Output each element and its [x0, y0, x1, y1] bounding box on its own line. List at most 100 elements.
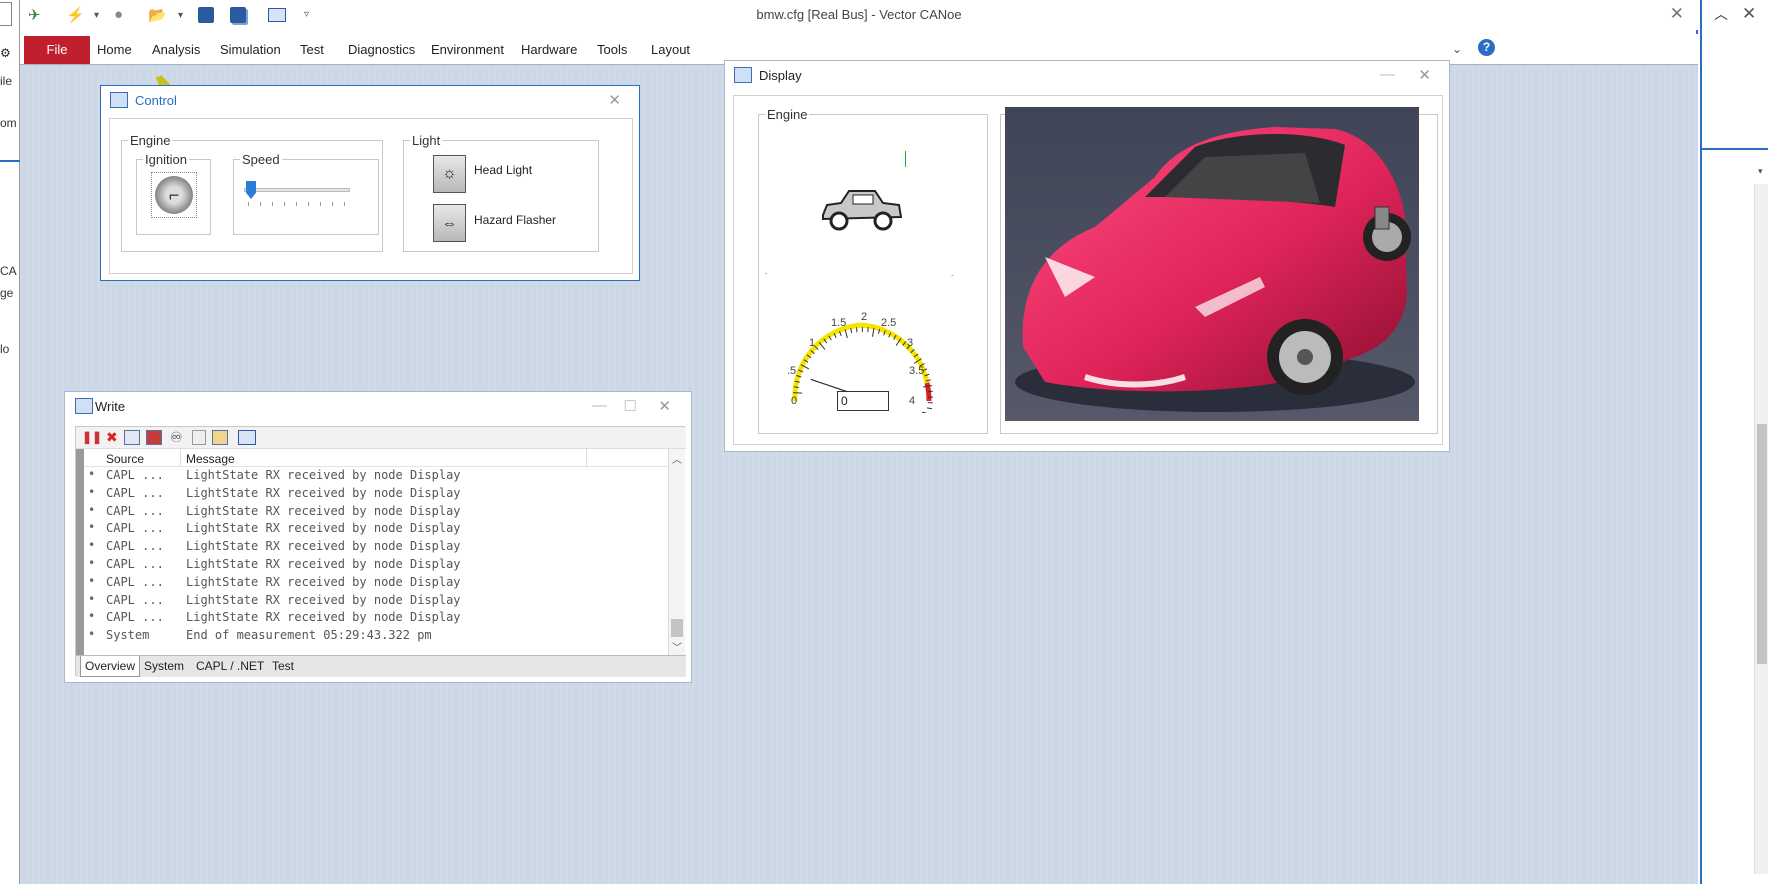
log-source: CAPL ... [106, 557, 164, 571]
car-image [1005, 107, 1419, 421]
partial-label: ile [0, 74, 13, 88]
hazard-flasher-label: Hazard Flasher [474, 213, 557, 227]
gauge-value-field[interactable]: 0 [837, 391, 889, 411]
log-source: CAPL ... [106, 610, 164, 625]
find-icon[interactable]: ♾ [170, 429, 183, 446]
partial-control [0, 2, 12, 26]
log-row[interactable]: • CAPL ... LightState RX received by node … [84, 467, 668, 485]
menu-analysis[interactable]: Analysis [152, 42, 200, 57]
minimize-icon[interactable]: — [1380, 66, 1395, 83]
scrollbar-thumb[interactable] [671, 619, 683, 637]
menu-environment[interactable]: Environment [431, 42, 504, 57]
row-bullet-icon: • [88, 520, 96, 535]
ignition-button[interactable]: ⌐ [151, 172, 197, 218]
gauge-tick [921, 411, 928, 413]
clear-all-icon[interactable] [146, 430, 162, 445]
tab-capl-net[interactable]: CAPL / .NET [196, 659, 264, 673]
head-light-button[interactable]: ☼ [433, 155, 466, 193]
menu-simulation[interactable]: Simulation [220, 42, 281, 57]
log-source: CAPL ... [106, 468, 164, 482]
row-bullet-icon: • [88, 627, 96, 642]
write-window: Write — ☐ ✕ ❚❚ ✖ ♾ Source Message • CAPL… [64, 391, 692, 683]
menu-home[interactable]: Home [97, 42, 132, 57]
row-bullet-icon: • [88, 609, 96, 624]
log-source: CAPL ... [106, 521, 164, 536]
menu-layout[interactable]: Layout [651, 42, 690, 57]
tab-test[interactable]: Test [272, 659, 294, 673]
log-row[interactable]: • CAPL ... LightState RX received by node … [84, 520, 668, 538]
log-row[interactable]: • CAPL ... LightState RX received by node … [84, 485, 668, 503]
menu-diagnostics[interactable]: Diagnostics [348, 42, 415, 57]
gauge-tick-label: 3 [907, 337, 914, 349]
log-message: LightState RX received by node Display [186, 610, 461, 625]
maximize-icon[interactable]: ☐ [624, 397, 637, 415]
clear-icon[interactable] [124, 430, 140, 445]
write-tab-strip: Overview System CAPL / .NET Test [76, 655, 686, 677]
hazard-flasher-button[interactable]: ⇔ [433, 204, 466, 242]
export-icon[interactable] [212, 430, 228, 445]
vertical-scrollbar[interactable] [1754, 184, 1768, 874]
chevron-up-icon[interactable]: ︿ [1714, 4, 1728, 24]
close-icon[interactable]: ✕ [1742, 4, 1756, 24]
menu-test[interactable]: Test [300, 42, 324, 57]
column-source[interactable]: Source [106, 452, 144, 466]
log-row[interactable]: • CAPL ... LightState RX received by node … [84, 556, 668, 574]
control-window: Control ✕ Engine Ignition ⌐ Speed Light … [100, 85, 640, 281]
log-row[interactable]: • CAPL ... LightState RX received by node … [84, 503, 668, 521]
minimize-icon[interactable]: — [592, 397, 607, 414]
speed-slider-track[interactable] [244, 188, 350, 192]
hazard-arrows-icon: ⇔ [442, 214, 457, 232]
window-options-icon[interactable] [238, 430, 256, 445]
chevron-down-icon[interactable]: ▾ [1758, 166, 1763, 177]
log-row[interactable]: • CAPL ... LightState RX received by node … [84, 538, 668, 556]
close-icon[interactable]: ✕ [1418, 66, 1431, 84]
gauge-tick-label: .5 [787, 365, 797, 377]
partial-icon: ⚙ [0, 46, 11, 60]
log-message: LightState RX received by node Display [186, 503, 461, 518]
tab-overview[interactable]: Overview [80, 656, 141, 677]
delete-icon[interactable]: ✖ [106, 429, 118, 446]
row-bullet-icon: • [88, 484, 96, 499]
log-message: LightState RX received by node Display [186, 468, 461, 482]
speed-group: Speed [233, 152, 379, 235]
log-row[interactable]: • CAPL ... LightState RX received by node … [84, 609, 668, 627]
slider-ticks [248, 202, 348, 206]
close-icon[interactable]: ✕ [1670, 4, 1684, 24]
menu-hardware[interactable]: Hardware [521, 42, 577, 57]
collapse-ribbon-icon[interactable]: ⌄ [1452, 42, 1462, 56]
row-bullet-icon: • [88, 556, 96, 570]
column-divider[interactable] [180, 449, 181, 467]
scroll-up-icon[interactable]: ︿ [672, 451, 682, 466]
column-divider[interactable] [586, 449, 587, 467]
pause-icon[interactable]: ❚❚ [82, 430, 102, 444]
indicator-line [905, 151, 906, 167]
close-icon[interactable]: ✕ [658, 397, 671, 415]
partial-label: om [0, 116, 17, 130]
speed-label: Speed [240, 152, 282, 167]
speed-slider-thumb[interactable] [246, 181, 256, 199]
partial-label: lo [0, 342, 10, 356]
write-panel: ❚❚ ✖ ♾ Source Message • CAPL ... LightSta [75, 426, 686, 677]
scrollbar-thumb[interactable] [1757, 424, 1767, 664]
display-panel-body: Engine 0 .5 1 1.5 2 2.5 3 3.5 4 0 . . [733, 95, 1443, 445]
ignition-group: Ignition ⌐ [136, 152, 211, 235]
scroll-down-icon[interactable]: ﹀ [672, 639, 682, 654]
vertical-scrollbar[interactable]: ︿ ﹀ [668, 449, 685, 655]
log-row[interactable]: • System End of measurement 05:29:43.322 p… [84, 627, 668, 645]
help-icon[interactable]: ? [1478, 39, 1495, 56]
log-source: CAPL ... [106, 485, 164, 500]
menu-tools[interactable]: Tools [597, 42, 627, 57]
copy-icon[interactable] [192, 430, 206, 445]
row-bullet-icon: • [88, 591, 96, 606]
file-tab[interactable]: File [24, 36, 90, 64]
log-source: System [106, 628, 150, 643]
close-icon[interactable]: ✕ [608, 91, 621, 109]
log-message: LightState RX received by node Display [186, 485, 461, 500]
log-row[interactable]: • CAPL ... LightState RX received by node … [84, 574, 668, 592]
log-row[interactable]: • CAPL ... LightState RX received by node … [84, 592, 668, 610]
gauge-tick-label: 0 [791, 395, 798, 407]
column-message[interactable]: Message [186, 452, 235, 466]
log-source: CAPL ... [106, 574, 164, 589]
canoe-main-window: ✈ ⚡ ▾ ● 📂 ▾ ▿ bmw.cfg [Real Bus] - Vecto… [20, 0, 1698, 884]
tab-system[interactable]: System [144, 659, 184, 673]
